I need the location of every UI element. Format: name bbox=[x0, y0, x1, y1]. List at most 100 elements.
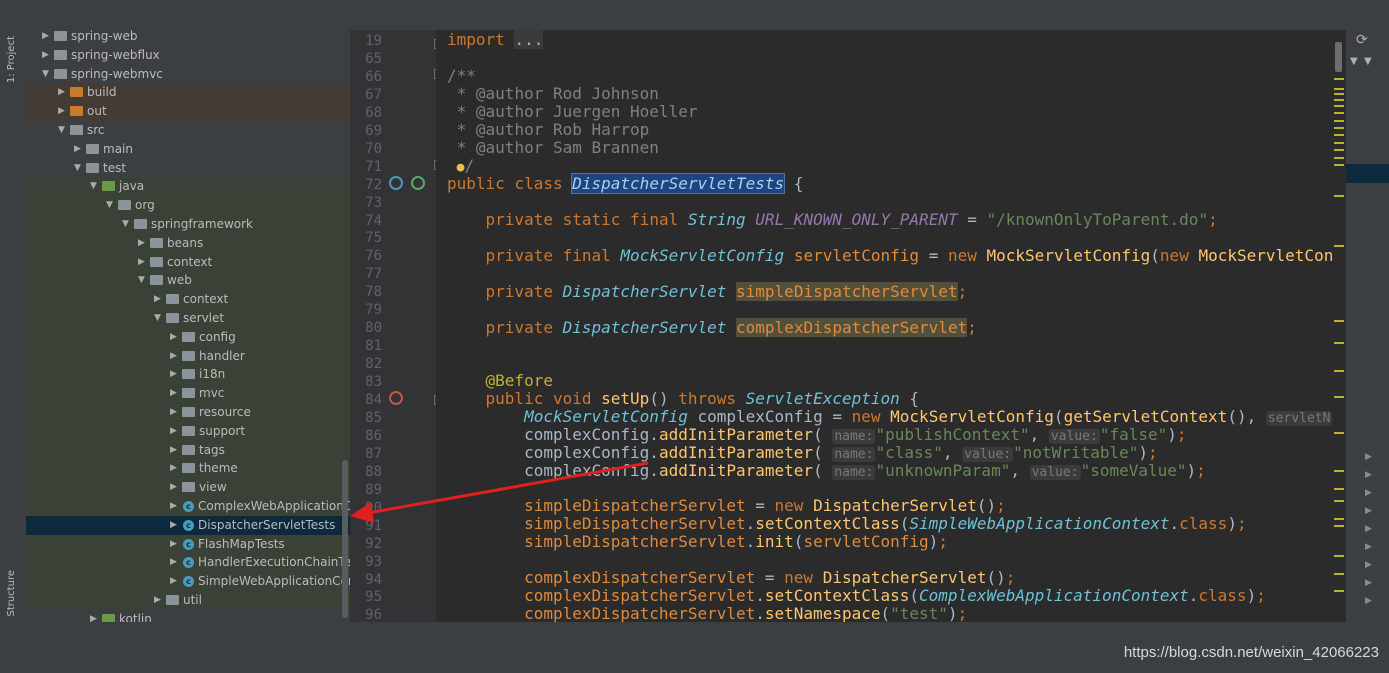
chevron-right-icon[interactable]: ▶ bbox=[74, 140, 86, 159]
warning-marker[interactable] bbox=[1334, 488, 1344, 490]
expand-arrow-icon[interactable]: ▶ bbox=[1365, 596, 1372, 606]
structure-tool-tab[interactable]: Structure bbox=[6, 570, 17, 617]
tree-item[interactable]: ▶ theme bbox=[26, 459, 350, 479]
chevron-right-icon[interactable]: ▶ bbox=[170, 478, 182, 497]
tree-item[interactable]: ▶ beans bbox=[26, 233, 350, 253]
run-gutter-icon[interactable] bbox=[411, 176, 425, 190]
chevron-right-icon[interactable]: ▶ bbox=[58, 83, 70, 102]
tree-item[interactable]: ▶ i18n bbox=[26, 365, 350, 385]
tree-item[interactable]: ▶ context bbox=[26, 252, 350, 272]
warning-marker[interactable] bbox=[1334, 555, 1344, 557]
editor-scrollbar[interactable] bbox=[1332, 30, 1346, 622]
warning-marker[interactable] bbox=[1334, 573, 1344, 575]
warning-marker[interactable] bbox=[1334, 370, 1344, 372]
test-run-icon[interactable] bbox=[389, 176, 403, 190]
chevron-right-icon[interactable]: ▶ bbox=[170, 535, 182, 554]
expand-arrow-icon[interactable]: ▶ bbox=[1365, 542, 1372, 552]
warning-marker[interactable] bbox=[1334, 470, 1344, 472]
warning-marker[interactable] bbox=[1334, 245, 1344, 247]
warning-marker[interactable] bbox=[1334, 112, 1344, 114]
chevron-right-icon[interactable]: ▶ bbox=[170, 459, 182, 478]
expand-arrow-icon[interactable]: ▶ bbox=[1365, 524, 1372, 534]
tree-item[interactable]: ▶ main bbox=[26, 140, 350, 159]
tree-item[interactable]: ▼ test bbox=[26, 159, 350, 178]
expand-arrow-icon[interactable]: ▶ bbox=[1365, 506, 1372, 516]
chevron-right-icon[interactable]: ▶ bbox=[170, 553, 182, 572]
tree-item[interactable]: ▶ spring-web bbox=[26, 30, 350, 46]
warning-marker[interactable] bbox=[1334, 105, 1344, 107]
warning-marker[interactable] bbox=[1334, 93, 1344, 95]
warning-marker[interactable] bbox=[1334, 127, 1344, 129]
tree-item[interactable]: ▶ util bbox=[26, 591, 350, 610]
tree-item[interactable]: ▶c SimpleWebApplicationConte bbox=[26, 572, 350, 592]
tree-item[interactable]: ▶ spring-webflux bbox=[26, 46, 350, 65]
warning-marker[interactable] bbox=[1334, 396, 1344, 398]
chevron-down-icon[interactable]: ▼ bbox=[106, 196, 118, 215]
expand-arrow-icon[interactable]: ▶ bbox=[1365, 560, 1372, 570]
warning-marker[interactable] bbox=[1334, 157, 1344, 159]
warning-marker[interactable] bbox=[1334, 164, 1344, 166]
chevron-right-icon[interactable]: ▶ bbox=[42, 46, 54, 65]
warning-marker[interactable] bbox=[1334, 99, 1344, 101]
chevron-right-icon[interactable]: ▶ bbox=[170, 328, 182, 347]
chevron-right-icon[interactable]: ▶ bbox=[170, 403, 182, 422]
tree-scrollbar[interactable] bbox=[342, 460, 348, 618]
chevron-right-icon[interactable]: ▶ bbox=[170, 422, 182, 441]
chevron-down-icon[interactable]: ▼ bbox=[122, 215, 134, 234]
tree-item[interactable]: ▶ resource bbox=[26, 403, 350, 422]
tree-item[interactable]: ▶ tags bbox=[26, 440, 350, 460]
tree-item[interactable]: ▼ spring-webmvc bbox=[26, 65, 350, 84]
chevron-right-icon[interactable]: ▶ bbox=[170, 497, 182, 516]
tree-item[interactable]: ▼ org bbox=[26, 196, 350, 216]
warning-marker[interactable] bbox=[1334, 134, 1344, 136]
chevron-down-icon[interactable]: ▼ bbox=[74, 159, 86, 178]
tree-item[interactable]: ▶ support bbox=[26, 421, 350, 441]
tree-item[interactable]: ▶ kotlin bbox=[26, 610, 350, 622]
warning-marker[interactable] bbox=[1334, 149, 1344, 151]
chevron-down-icon[interactable]: ▼ bbox=[138, 271, 150, 290]
refresh-icon[interactable]: ⟳ bbox=[1356, 32, 1368, 48]
warning-marker[interactable] bbox=[1334, 78, 1344, 80]
collapse-icon[interactable]: ▼ bbox=[1350, 56, 1358, 67]
project-tree[interactable]: ▶ spring-web ▶ spring-webflux ▼ spring-webmvc… bbox=[26, 30, 350, 622]
chevron-right-icon[interactable]: ▶ bbox=[154, 591, 166, 610]
warning-marker[interactable] bbox=[1334, 500, 1344, 502]
tree-item[interactable]: ▶ build bbox=[26, 83, 350, 103]
tree-item[interactable]: ▶ handler bbox=[26, 346, 350, 366]
tree-item[interactable]: ▶ c DispatcherServletTests bbox=[26, 515, 350, 535]
expand-arrow-icon[interactable]: ▶ bbox=[1365, 578, 1372, 588]
chevron-right-icon[interactable]: ▶ bbox=[138, 234, 150, 253]
warning-marker[interactable] bbox=[1334, 518, 1344, 520]
chevron-right-icon[interactable]: ▶ bbox=[170, 384, 182, 403]
project-tool-tab[interactable]: 1: Project bbox=[6, 36, 17, 83]
warning-marker[interactable] bbox=[1334, 525, 1344, 527]
chevron-right-icon[interactable]: ▶ bbox=[138, 253, 150, 272]
warning-marker[interactable] bbox=[1334, 432, 1344, 434]
scroll-thumb[interactable] bbox=[1335, 42, 1342, 72]
tree-item[interactable]: ▼ web bbox=[26, 271, 350, 291]
tree-item[interactable]: ▶ c FlashMapTests bbox=[26, 534, 350, 554]
chevron-right-icon[interactable]: ▶ bbox=[170, 572, 182, 591]
tree-item[interactable]: ▼ springframework bbox=[26, 215, 350, 234]
warning-marker[interactable] bbox=[1334, 142, 1344, 144]
chevron-right-icon[interactable]: ▶ bbox=[170, 441, 182, 460]
tree-item[interactable]: ▶ config bbox=[26, 327, 350, 347]
chevron-right-icon[interactable]: ▶ bbox=[42, 30, 54, 46]
expand-arrow-icon[interactable]: ▶ bbox=[1365, 470, 1372, 480]
tree-item[interactable]: ▼ src bbox=[26, 121, 350, 140]
tree-item[interactable]: ▶ out bbox=[26, 102, 350, 122]
expand-arrow-icon[interactable]: ▶ bbox=[1365, 452, 1372, 462]
tree-item[interactable]: ▶c ComplexWebApplicationCon bbox=[26, 497, 350, 516]
chevron-down-icon[interactable]: ▼ bbox=[58, 121, 70, 140]
chevron-right-icon[interactable]: ▶ bbox=[170, 516, 182, 535]
warning-marker[interactable] bbox=[1334, 590, 1344, 592]
expand-arrow-icon[interactable]: ▶ bbox=[1365, 488, 1372, 498]
code-editor[interactable]: import ... /** * @author Rod Johnson * @… bbox=[436, 30, 1346, 622]
expand-icon[interactable]: ▼ bbox=[1364, 56, 1372, 67]
warning-marker[interactable] bbox=[1334, 195, 1344, 197]
chevron-right-icon[interactable]: ▶ bbox=[58, 102, 70, 121]
tree-item[interactable]: ▼ java bbox=[26, 177, 350, 197]
chevron-right-icon[interactable]: ▶ bbox=[170, 347, 182, 366]
chevron-right-icon[interactable]: ▶ bbox=[90, 610, 102, 622]
chevron-down-icon[interactable]: ▼ bbox=[90, 177, 102, 196]
